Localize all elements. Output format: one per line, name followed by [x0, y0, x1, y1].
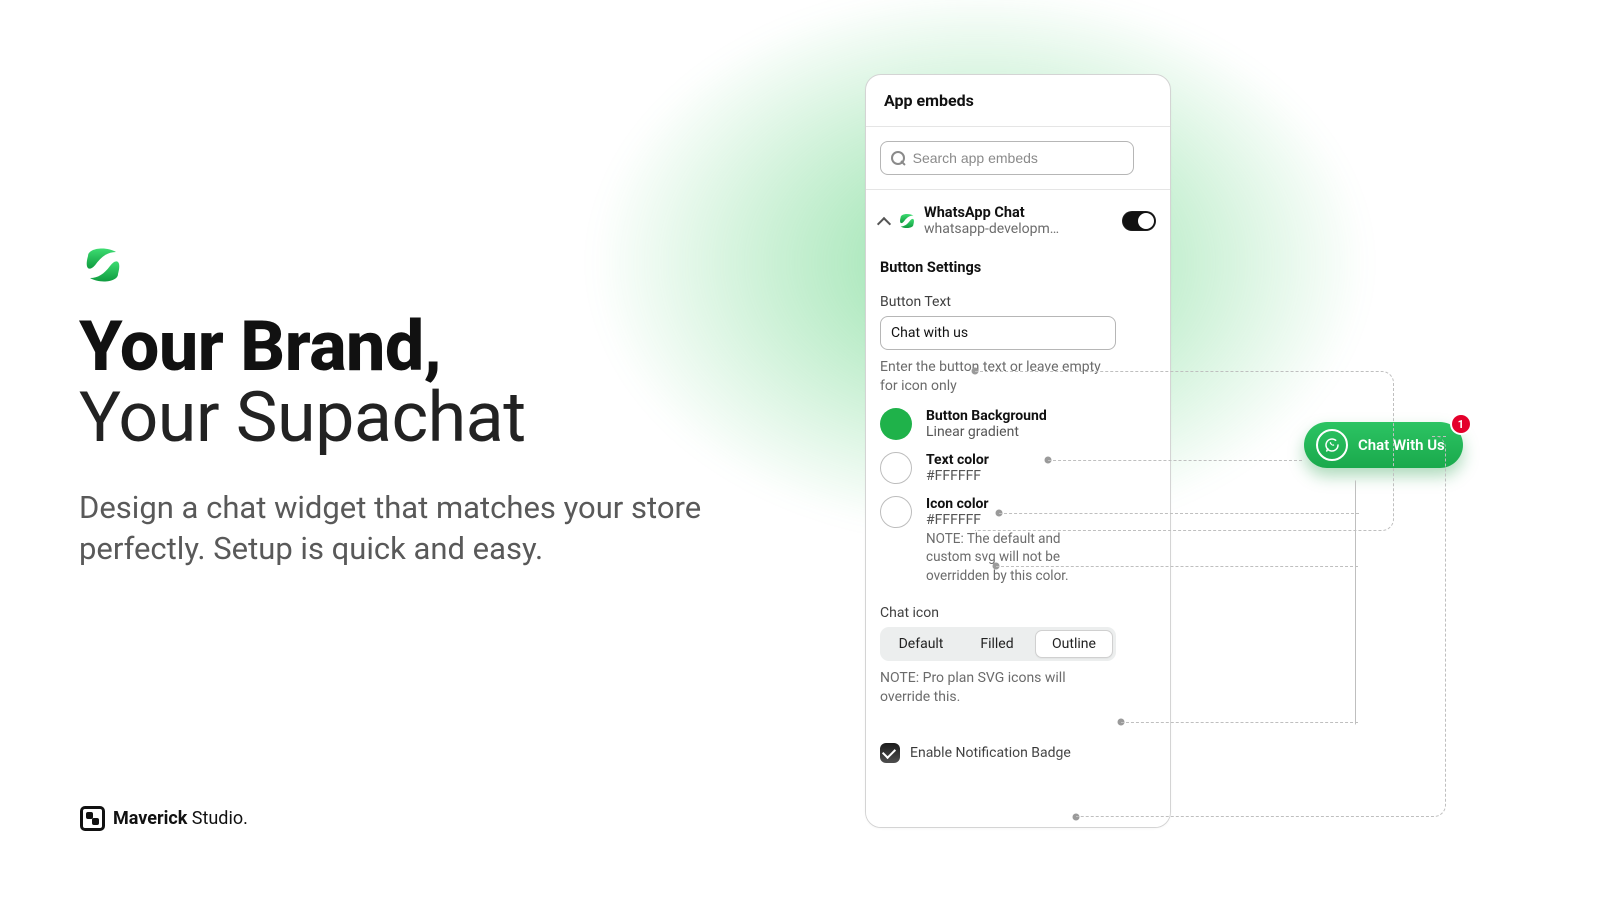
chat-icon-note: NOTE: Pro plan SVG icons will override t… [866, 661, 1126, 707]
panel-header: App embeds [866, 75, 1170, 127]
button-background-swatch[interactable] [880, 408, 912, 440]
enable-badge-label: Enable Notification Badge [910, 745, 1071, 761]
embed-meta: WhatsApp Chat whatsapp-developm… [924, 204, 1116, 237]
button-text-value: Chat with us [891, 325, 968, 341]
chat-icon-segmented: Default Filled Outline [880, 627, 1116, 661]
chat-pill-label: Chat With Us [1358, 436, 1445, 454]
supachat-logo [80, 242, 126, 288]
hero-title-light: Your Supachat [79, 377, 526, 459]
icon-color-note: NOTE: The default and custom svg will no… [926, 530, 1108, 585]
section-button-settings: Button Settings [866, 237, 1170, 280]
embed-item-whatsapp-chat[interactable]: WhatsApp Chat whatsapp-developm… [866, 190, 1170, 237]
icon-color-name: Icon color [926, 496, 989, 512]
button-text-help: Enter the button text or leave empty for… [866, 350, 1126, 396]
button-text-label: Button Text [866, 280, 1170, 316]
text-color-name: Text color [926, 452, 989, 468]
app-embeds-panel: App embeds WhatsApp Chat whatsapp-develo… [865, 74, 1171, 828]
panel-title: App embeds [884, 91, 1152, 110]
hero-title-bold: Your Brand, [79, 306, 441, 388]
search-app-embeds-input[interactable] [880, 141, 1134, 175]
maverick-studio-logo: Maverick Studio. [80, 806, 248, 831]
chat-icon-label: Chat icon [866, 585, 1170, 627]
connector-right-rail [1355, 480, 1356, 725]
embed-enable-toggle[interactable] [1122, 211, 1156, 231]
whatsapp-icon [1316, 429, 1348, 461]
maverick-wordmark: Maverick Studio. [113, 808, 248, 829]
whatsapp-chat-pill[interactable]: Chat With Us 1 [1304, 422, 1463, 468]
supachat-mini-logo-icon [896, 210, 918, 232]
text-color-row[interactable]: Text color #FFFFFF [866, 440, 1170, 484]
text-color-value: #FFFFFF [926, 468, 989, 484]
text-color-swatch[interactable] [880, 452, 912, 484]
search-wrap [866, 127, 1170, 190]
button-background-row[interactable]: Button Background Linear gradient [866, 396, 1170, 440]
button-text-input[interactable]: Chat with us [880, 316, 1116, 350]
embed-name: WhatsApp Chat [924, 204, 1116, 221]
button-background-value: Linear gradient [926, 424, 1047, 440]
hero-subtitle: Design a chat widget that matches your s… [79, 488, 779, 570]
chat-icon-opt-outline[interactable]: Outline [1035, 630, 1113, 658]
enable-badge-checkbox[interactable] [880, 743, 900, 763]
button-background-name: Button Background [926, 408, 1047, 424]
chat-icon-opt-filled[interactable]: Filled [959, 630, 1035, 658]
icon-color-row[interactable]: Icon color #FFFFFF NOTE: The default and… [866, 484, 1170, 585]
maverick-mark-icon [80, 806, 105, 831]
notification-badge: 1 [1452, 415, 1470, 433]
hero-title: Your Brand, Your Supachat [79, 312, 526, 455]
embed-slug: whatsapp-developm… [924, 221, 1074, 237]
enable-badge-row[interactable]: Enable Notification Badge [866, 707, 1170, 763]
search-field[interactable] [913, 150, 1123, 166]
search-icon [891, 151, 905, 166]
chevron-up-icon [876, 214, 890, 228]
icon-color-swatch[interactable] [880, 496, 912, 528]
icon-color-value: #FFFFFF [926, 512, 1108, 528]
chat-icon-opt-default[interactable]: Default [883, 630, 959, 658]
